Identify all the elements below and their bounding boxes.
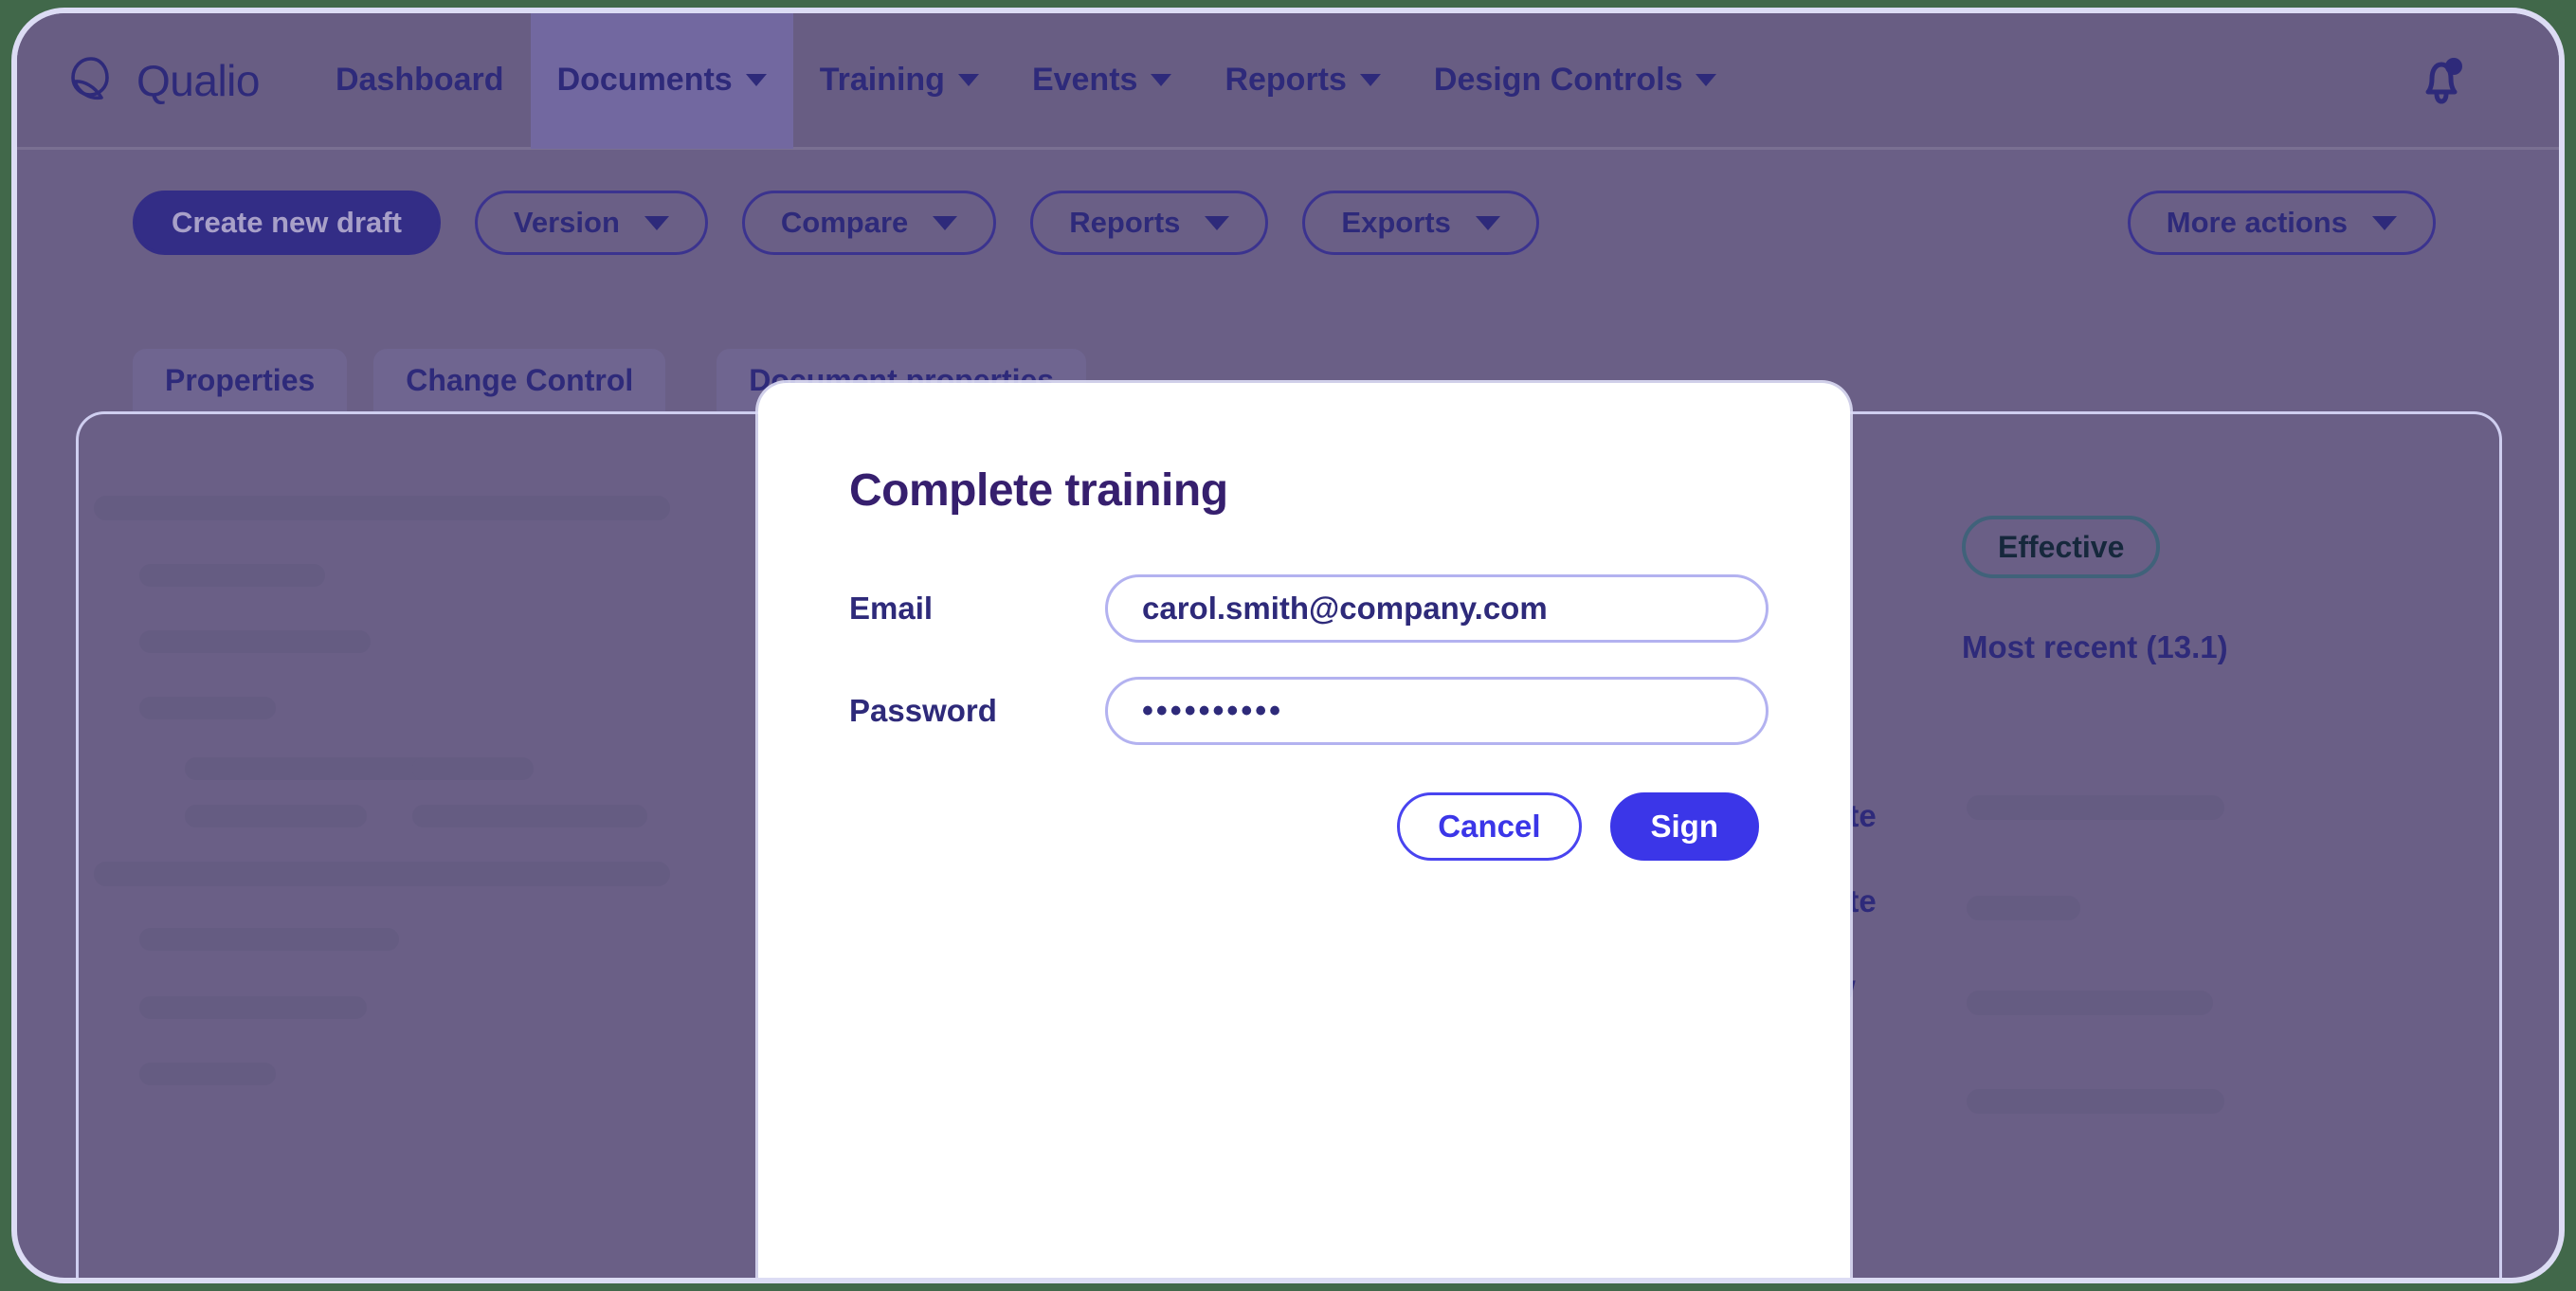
nav-item-label: Training [819,62,945,98]
notifications-button[interactable] [2411,50,2472,111]
button-label: Exports [1341,206,1451,239]
reports-dropdown-button[interactable]: Reports [1030,191,1269,255]
status-badge: Effective [1962,516,2161,578]
button-label: Compare [780,206,909,239]
toolbar-right-group: More actions [2127,191,2436,255]
skeleton-bar [139,564,325,587]
top-navigation-bar: Qualio Dashboard Documents Training Even… [17,13,2559,150]
chevron-down-icon [644,215,669,230]
chevron-down-icon [1359,74,1381,86]
skeleton-bar [1967,1089,2224,1114]
app-window: Qualio Dashboard Documents Training Even… [11,8,2565,1283]
password-label: Password [849,693,997,728]
password-input[interactable]: •••••••••• [1105,677,1769,745]
password-field-row: Password •••••••••• [849,677,1797,745]
brand-logo[interactable]: Qualio [64,54,260,107]
nav-item-label: Events [1031,62,1138,98]
nav-item-documents[interactable]: Documents [530,13,793,149]
version-label: Most recent (13.1) [1962,629,2228,664]
button-label: Create new draft [172,206,402,239]
email-input[interactable]: carol.smith@company.com [1105,574,1769,643]
skeleton-bar [139,996,367,1019]
chevron-down-icon [745,74,767,86]
qualio-leaf-logo-icon [71,56,109,100]
nav-item-design-controls[interactable]: Design Controls [1407,13,1744,149]
nav-item-label: Reports [1225,62,1347,98]
email-field-row: Email carol.smith@company.com [849,574,1797,643]
skeleton-bar [139,630,371,653]
skeleton-bar [412,805,647,827]
exports-dropdown-button[interactable]: Exports [1302,191,1539,255]
chevron-down-icon [1696,74,1717,86]
cancel-button[interactable]: Cancel [1397,792,1582,861]
skeleton-bar [94,862,670,886]
chevron-down-icon [1151,74,1172,86]
version-dropdown-button[interactable]: Version [474,191,708,255]
skeleton-bar [1967,896,2080,920]
chevron-down-icon [933,215,958,230]
chevron-down-icon [957,74,979,86]
tab-label: Properties [165,362,316,397]
nav-items: Dashboard Documents Training Events Repo… [309,13,1744,149]
skeleton-bar [412,757,534,780]
status-badge-label: Effective [1998,529,2125,564]
bell-icon [2425,57,2462,104]
nav-item-label: Documents [556,62,733,98]
tab-label: Change Control [406,362,634,397]
nav-item-events[interactable]: Events [1006,13,1199,149]
nav-item-label: Dashboard [335,62,504,98]
dialog-actions: Cancel Sign [1397,792,1759,861]
notification-dot-badge [2445,57,2462,75]
tab-change-control[interactable]: Change Control [373,349,666,411]
chevron-down-icon [1205,215,1230,230]
email-label: Email [849,591,934,626]
skeleton-bar [139,1063,276,1085]
chevron-down-icon [2372,215,2397,230]
skeleton-bar [1967,795,2224,820]
button-label: Sign [1650,809,1719,844]
more-actions-dropdown-button[interactable]: More actions [2127,191,2436,255]
sign-button[interactable]: Sign [1609,792,1759,861]
toolbar-left-group: Create new draft Version Compare Reports… [133,191,1539,255]
compare-dropdown-button[interactable]: Compare [741,191,997,255]
nav-item-training[interactable]: Training [793,13,1006,149]
skeleton-bar [139,697,276,719]
nav-item-dashboard[interactable]: Dashboard [309,13,531,149]
button-label: Reports [1069,206,1181,239]
document-toolbar: Create new draft Version Compare Reports… [17,150,2559,296]
create-new-draft-button[interactable]: Create new draft [133,191,441,255]
brand-name: Qualio [136,55,260,105]
skeleton-bar [1967,991,2213,1015]
chevron-down-icon [1475,215,1500,230]
nav-item-reports[interactable]: Reports [1198,13,1406,149]
complete-training-dialog: Complete training Email carol.smith@comp… [758,383,1850,1278]
button-label: Version [513,206,620,239]
skeleton-bar [94,496,670,520]
nav-item-label: Design Controls [1433,62,1683,98]
button-label: Cancel [1438,809,1541,844]
tab-properties[interactable]: Properties [133,349,348,411]
skeleton-bar [185,805,367,827]
dialog-title: Complete training [849,465,1228,516]
button-label: More actions [2166,206,2348,239]
skeleton-bar [139,928,399,951]
